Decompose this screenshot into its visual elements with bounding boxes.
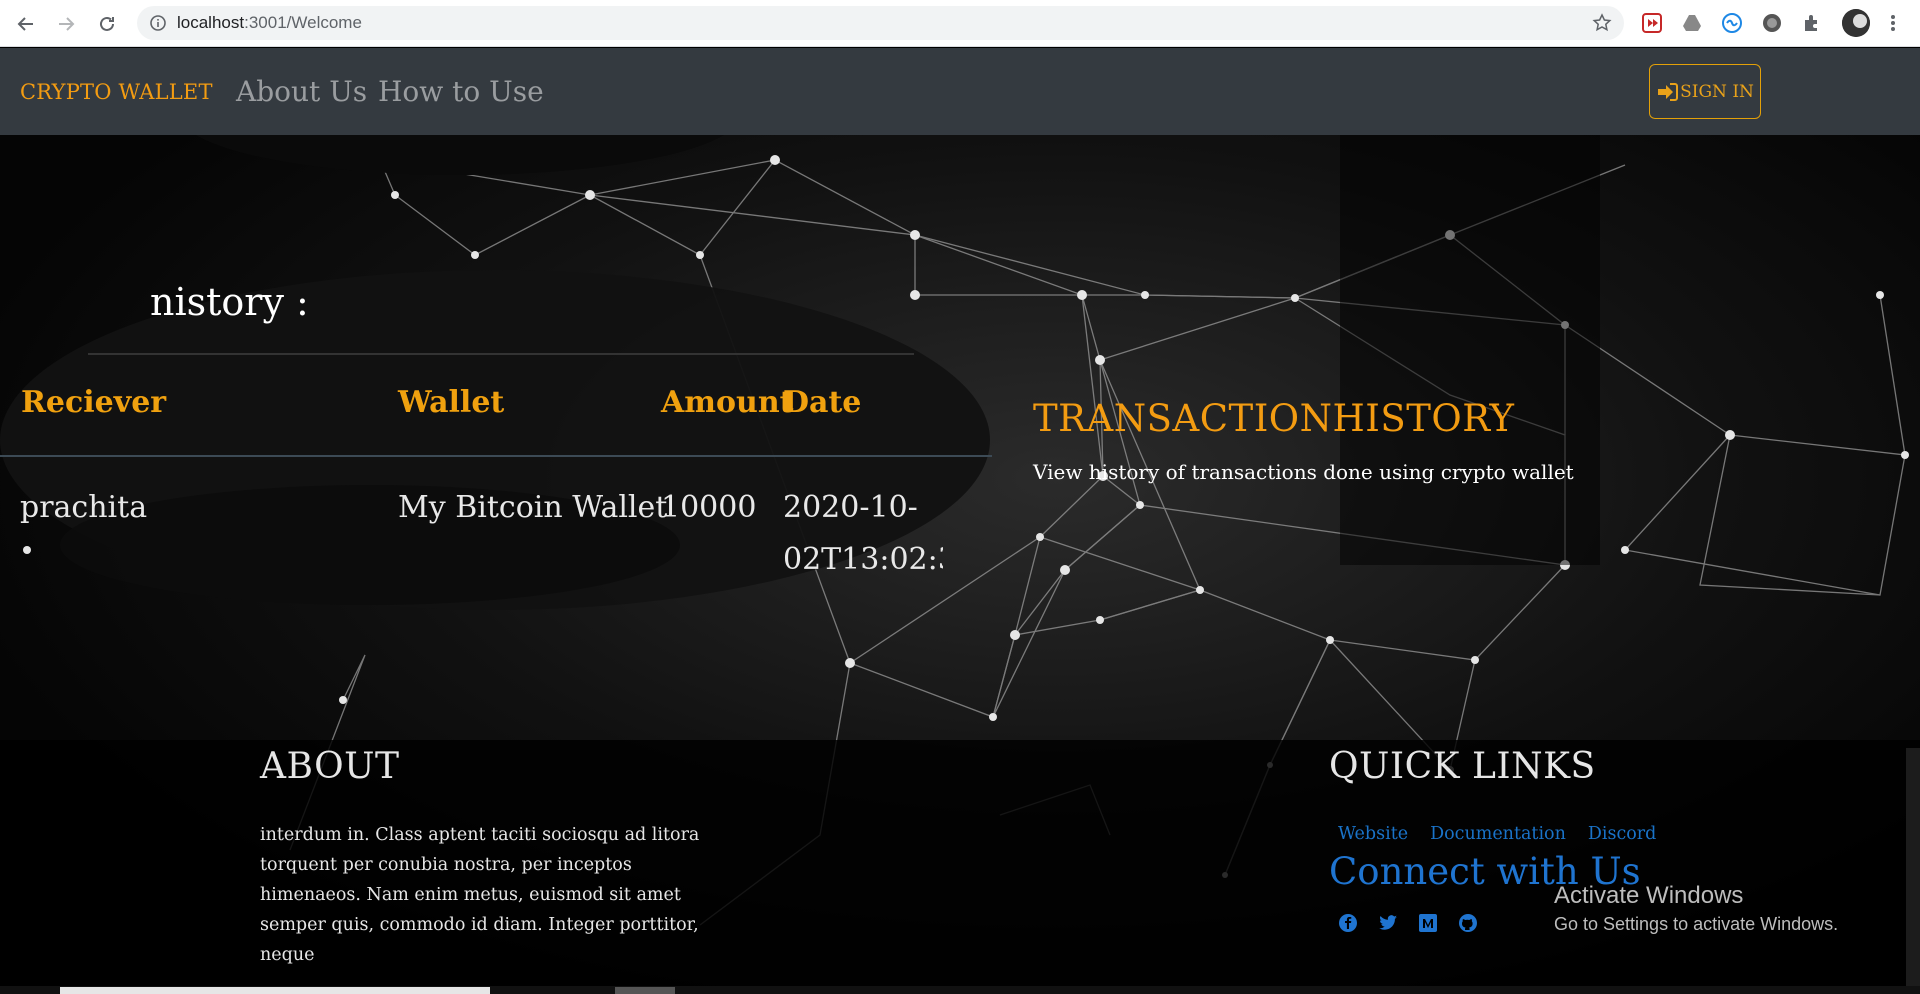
windows-activation-watermark: Activate Windows Go to Settings to activ… — [1554, 882, 1838, 935]
extension-blue-icon[interactable] — [1721, 12, 1743, 34]
cell-receiver: prachita — [20, 490, 148, 525]
divider — [88, 353, 914, 355]
extension-record-icon[interactable] — [1761, 12, 1783, 34]
browser-menu-icon[interactable] — [1882, 12, 1904, 34]
extensions-puzzle-icon[interactable] — [1801, 12, 1823, 34]
back-arrow-icon — [17, 17, 33, 31]
brand-logo[interactable]: CRYPTO WALLET — [20, 80, 213, 104]
section-heading: TRANSACTIONHISTORY — [1033, 397, 1515, 440]
vertical-scrollbar[interactable] — [1906, 748, 1920, 994]
address-bar[interactable]: localhost:3001/Welcome — [137, 6, 1624, 40]
site-footer: ABOUT interdum in. Class aptent taciti s… — [0, 740, 1920, 994]
section-description: View history of transactions done using … — [1033, 460, 1574, 484]
background-panel — [1340, 135, 1600, 565]
nav-how-to-use[interactable]: How to Use — [378, 75, 544, 108]
browser-toolbar: localhost:3001/Welcome — [0, 0, 1920, 47]
sign-in-button[interactable]: SIGN IN — [1649, 64, 1761, 119]
facebook-icon[interactable] — [1337, 912, 1359, 934]
horizontal-scrollbar-thumb[interactable] — [60, 987, 490, 994]
site-info-icon[interactable] — [149, 14, 167, 36]
transaction-card-title: nistory : — [150, 280, 309, 324]
column-header-receiver: Reciever — [21, 385, 167, 420]
quick-links: Website Documentation Discord — [1338, 824, 1656, 844]
link-documentation[interactable]: Documentation — [1430, 824, 1566, 844]
cell-date-line1: 2020-10- — [783, 490, 918, 525]
social-links — [1337, 912, 1479, 934]
column-header-wallet: Wallet — [398, 385, 505, 420]
site-navbar: CRYPTO WALLET About Us How to Use SIGN I… — [0, 48, 1920, 135]
watermark-line1: Activate Windows — [1554, 882, 1744, 909]
column-header-amount: Amount — [661, 385, 794, 420]
bookmark-star-icon[interactable] — [1592, 13, 1612, 37]
sign-in-label: SIGN IN — [1680, 81, 1754, 102]
reload-icon — [100, 16, 114, 31]
twitter-icon[interactable] — [1377, 912, 1399, 934]
cell-date-line2: 02T13:02:37.0 — [783, 542, 943, 577]
forward-arrow-icon — [59, 17, 75, 31]
github-icon[interactable] — [1457, 912, 1479, 934]
url-text: localhost:3001/Welcome — [177, 13, 362, 33]
quick-links-heading: QUICK LINKS — [1329, 746, 1596, 787]
cell-amount: 10000 — [661, 490, 757, 525]
extension-red-icon[interactable] — [1641, 12, 1663, 34]
drive-icon[interactable] — [1681, 12, 1703, 34]
about-text: interdum in. Class aptent taciti sociosq… — [260, 825, 700, 965]
link-website[interactable]: Website — [1338, 824, 1408, 844]
horizontal-scrollbar-segment — [615, 987, 675, 994]
back-button[interactable] — [12, 10, 40, 38]
cell-wallet: My Bitcoin Wallet — [398, 490, 668, 525]
url-path: :3001/Welcome — [244, 13, 362, 32]
url-host: localhost — [177, 13, 245, 32]
about-heading: ABOUT — [260, 746, 400, 787]
watermark-line2: Go to Settings to activate Windows. — [1554, 914, 1839, 934]
forward-button[interactable] — [52, 10, 80, 38]
nav-about-us[interactable]: About Us — [236, 75, 367, 108]
sign-in-icon — [1658, 82, 1679, 101]
column-header-date: Date — [783, 385, 862, 420]
link-discord[interactable]: Discord — [1588, 824, 1657, 844]
table-header-divider — [0, 455, 992, 457]
medium-icon[interactable] — [1417, 912, 1439, 934]
profile-avatar[interactable] — [1842, 9, 1870, 37]
reload-button[interactable] — [93, 10, 121, 38]
